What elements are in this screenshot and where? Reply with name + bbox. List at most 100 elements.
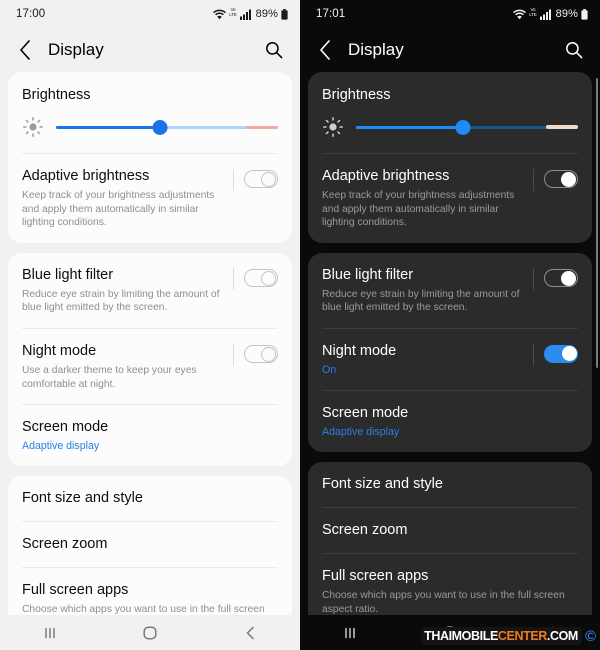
font-and-zoom-card: Font size and style Screen zoom Full scr…: [308, 461, 592, 615]
setting-row-blue-light-filter[interactable]: Blue light filter Reduce eye strain by l…: [322, 253, 578, 328]
setting-title: Screen mode: [322, 404, 409, 421]
wifi-icon: [213, 9, 227, 19]
blue-light-filter-toggle[interactable]: [244, 268, 278, 287]
blue-light-filter-toggle[interactable]: [544, 268, 578, 287]
status-time: 17:01: [316, 8, 346, 20]
search-icon[interactable]: [562, 38, 586, 62]
setting-row-night-mode[interactable]: Night mode On: [322, 329, 578, 390]
setting-title: Blue light filter: [22, 266, 114, 283]
back-chevron-icon[interactable]: [14, 39, 36, 61]
setting-row-font-size-and-style[interactable]: Font size and style: [22, 476, 278, 521]
setting-desc: Choose which apps you want to use in the…: [22, 604, 265, 615]
setting-row-screen-zoom[interactable]: Screen zoom: [322, 508, 578, 553]
brightness-slider[interactable]: [56, 119, 278, 135]
status-bar: 17:00 Vo LTE 89%: [0, 0, 300, 28]
copyright-icon: ©: [584, 627, 596, 645]
settings-scroll-area[interactable]: Brightness Adaptive brightness Keep trac…: [0, 72, 300, 615]
night-mode-toggle[interactable]: [244, 344, 278, 363]
app-bar: Display: [0, 28, 300, 72]
battery-percentage: 89%: [255, 8, 278, 20]
setting-title: Screen zoom: [22, 536, 108, 553]
slider-thumb[interactable]: [455, 119, 471, 135]
setting-row-adaptive-brightness[interactable]: Adaptive brightness Keep track of your b…: [22, 154, 278, 243]
setting-desc: Keep track of your brightness adjustment…: [322, 190, 515, 229]
setting-desc: Reduce eye strain by limiting the amount…: [322, 288, 520, 314]
setting-row-full-screen-apps[interactable]: Full screen apps Choose which apps you w…: [22, 568, 278, 615]
settings-scroll-area[interactable]: Brightness Adaptive brightness Keep trac…: [300, 72, 600, 615]
signal-bars-icon: [539, 9, 551, 20]
volte-icon: Vo LTE: [529, 7, 537, 17]
home-icon[interactable]: [128, 620, 172, 646]
setting-title: Font size and style: [322, 475, 443, 492]
adaptive-brightness-toggle[interactable]: [544, 170, 578, 188]
dual-screenshot-comparison: 17:00 Vo LTE 89% Display Brightness Adap…: [0, 0, 600, 650]
battery-percentage: 89%: [555, 8, 578, 20]
setting-value: Adaptive display: [322, 425, 400, 438]
setting-row-font-size-and-style[interactable]: Font size and style: [322, 462, 578, 507]
setting-title: Full screen apps: [322, 567, 429, 584]
setting-title: Night mode: [22, 342, 97, 359]
setting-desc: Choose which apps you want to use in the…: [322, 589, 565, 615]
setting-value: Adaptive display: [22, 440, 100, 453]
recents-icon[interactable]: [328, 620, 372, 646]
setting-title: Blue light filter: [322, 266, 414, 283]
status-indicators: Vo LTE 89%: [513, 7, 588, 20]
night-mode-toggle[interactable]: [544, 344, 578, 363]
display-options-card: Blue light filter Reduce eye strain by l…: [308, 252, 592, 452]
brightness-slider-row[interactable]: [22, 107, 278, 153]
watermark-text-com: .COM: [546, 629, 578, 643]
brightness-slider-row[interactable]: [322, 107, 578, 153]
setting-desc: Use a darker theme to keep your eyes com…: [22, 364, 197, 390]
watermark-badge: THAIMOBILE CENTER .COM: [421, 627, 582, 645]
status-time: 17:00: [16, 8, 46, 20]
slider-endcap: [246, 125, 278, 129]
watermark-text-thaimobile: THAIMOBILE: [424, 629, 498, 643]
wifi-icon: [513, 9, 527, 19]
signal-bars-icon: [239, 9, 251, 20]
slider-thumb[interactable]: [152, 119, 168, 135]
slider-fill: [56, 125, 161, 129]
setting-desc: Keep track of your brightness adjustment…: [22, 190, 215, 229]
brightness-label: Brightness: [322, 87, 391, 103]
setting-row-adaptive-brightness[interactable]: Adaptive brightness Keep track of your b…: [322, 154, 578, 243]
display-options-card: Blue light filter Reduce eye strain by l…: [8, 252, 292, 467]
setting-desc: Reduce eye strain by limiting the amount…: [22, 288, 220, 314]
setting-row-blue-light-filter[interactable]: Blue light filter Reduce eye strain by l…: [22, 253, 278, 328]
setting-title: Screen mode: [22, 419, 109, 436]
toggle-separator: [233, 169, 234, 191]
watermark-text-center: CENTER: [497, 629, 547, 643]
toggle-separator: [233, 343, 234, 366]
site-watermark: THAIMOBILE CENTER .COM ©: [421, 627, 596, 645]
setting-row-screen-mode[interactable]: Screen mode Adaptive display: [22, 405, 278, 466]
app-bar: Display: [300, 28, 600, 72]
brightness-slider[interactable]: [356, 119, 578, 135]
setting-title: Screen zoom: [322, 521, 408, 538]
recents-icon[interactable]: [28, 620, 72, 646]
setting-title: Full screen apps: [22, 582, 129, 599]
setting-value: On: [322, 363, 337, 376]
toggle-separator: [533, 267, 534, 290]
phone-screen-dark: 17:01 Vo LTE 89% Display Brightness Adap…: [300, 0, 600, 650]
brightness-card: Brightness Adaptive brightness Keep trac…: [8, 72, 292, 243]
adaptive-brightness-toggle[interactable]: [244, 170, 278, 188]
setting-row-screen-mode[interactable]: Screen mode Adaptive display: [322, 391, 578, 452]
search-icon[interactable]: [262, 38, 286, 62]
setting-row-night-mode[interactable]: Night mode Use a darker theme to keep yo…: [22, 329, 278, 404]
back-chevron-icon[interactable]: [228, 620, 272, 646]
volte-icon: Vo LTE: [229, 7, 237, 17]
status-bar: 17:01 Vo LTE 89%: [300, 0, 600, 28]
brightness-card: Brightness Adaptive brightness Keep trac…: [308, 72, 592, 243]
navigation-bar: [0, 615, 300, 650]
setting-title: Night mode: [322, 342, 397, 359]
brightness-sun-icon: [322, 116, 344, 138]
back-chevron-icon[interactable]: [314, 39, 336, 61]
vertical-scrollbar[interactable]: [596, 78, 598, 368]
slider-fill: [356, 125, 463, 129]
brightness-sun-icon: [22, 116, 44, 138]
slider-endcap: [546, 125, 578, 129]
battery-icon: [281, 8, 288, 20]
setting-row-screen-zoom[interactable]: Screen zoom: [22, 522, 278, 567]
toggle-separator: [533, 169, 534, 191]
setting-row-full-screen-apps[interactable]: Full screen apps Choose which apps you w…: [322, 554, 578, 615]
status-indicators: Vo LTE 89%: [213, 7, 288, 20]
